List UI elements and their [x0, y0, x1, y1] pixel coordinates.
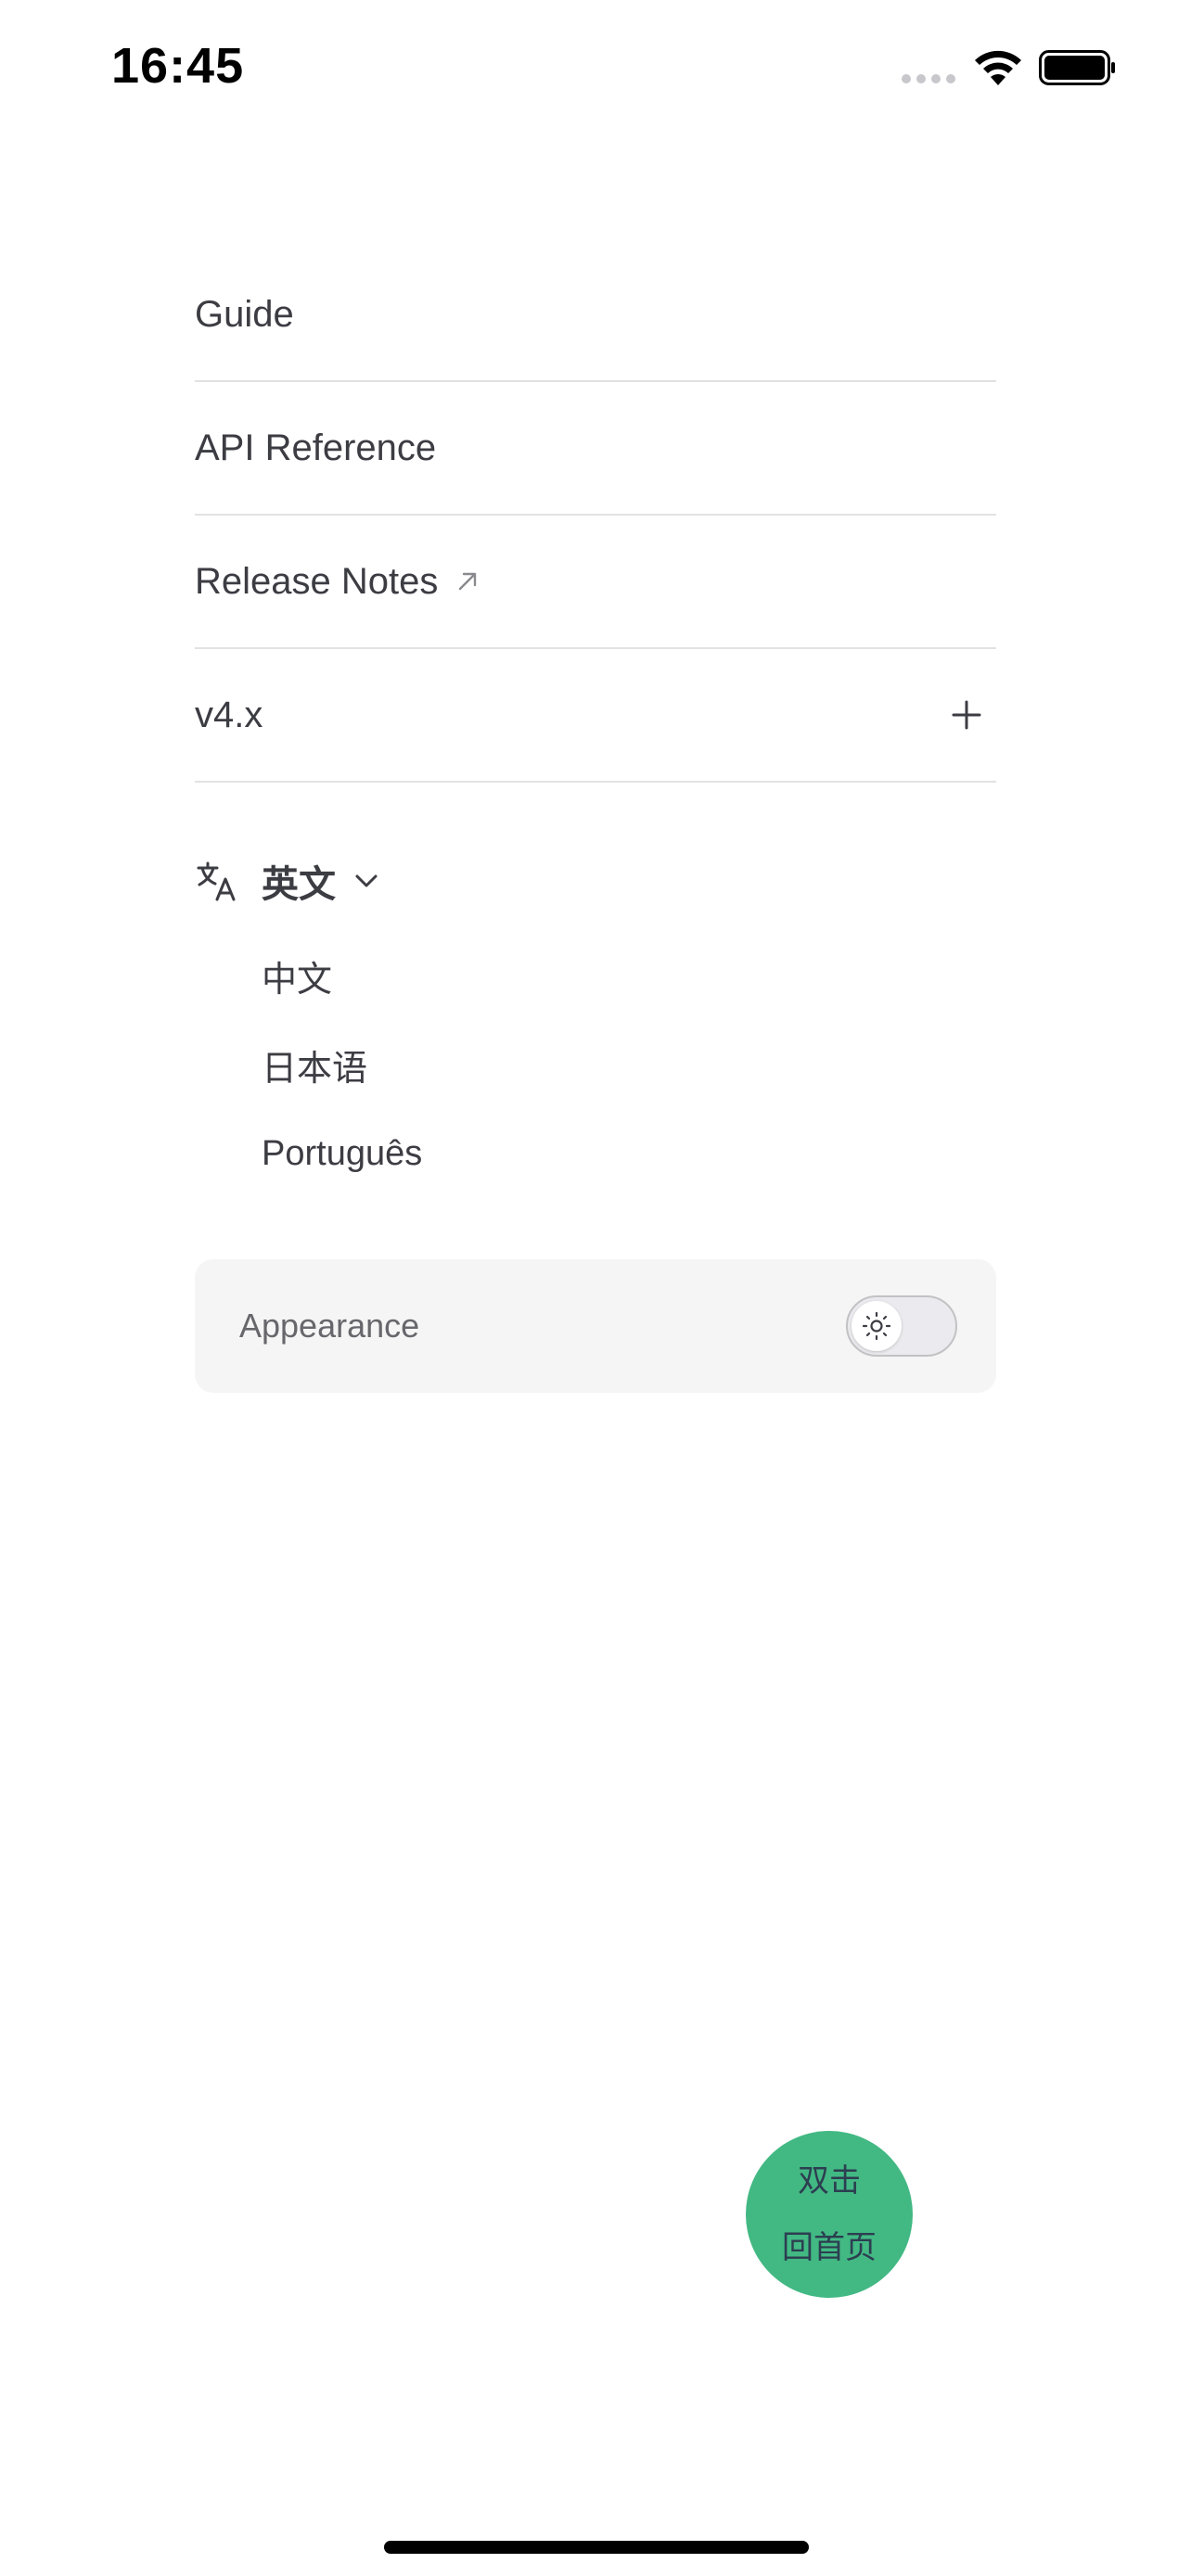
- back-to-home-button[interactable]: 双击 回首页: [746, 2131, 913, 2298]
- menu-item-api-reference[interactable]: API Reference: [195, 382, 996, 516]
- menu-item-label: API Reference: [195, 427, 437, 468]
- translate-icon: [197, 861, 236, 901]
- language-option-chinese[interactable]: 中文: [262, 931, 996, 1020]
- appearance-switch[interactable]: [846, 1295, 957, 1357]
- chevron-down-icon: [355, 874, 378, 887]
- menu-item-label: Guide: [195, 293, 294, 335]
- back-to-home-line2: 回首页: [782, 2230, 877, 2265]
- language-option-japanese[interactable]: 日本语: [262, 1020, 996, 1109]
- menu-item-label: Release Notes: [195, 560, 439, 602]
- sun-icon: [862, 1311, 891, 1341]
- menu-item-label: v4.x: [195, 694, 263, 735]
- nav-menu: Guide API Reference Release Notes v4.x: [195, 249, 996, 783]
- external-link-icon: [459, 572, 477, 591]
- home-indicator[interactable]: [384, 2541, 809, 2554]
- menu-item-release-notes[interactable]: Release Notes: [195, 516, 996, 649]
- back-to-home-line1: 双击: [798, 2163, 861, 2199]
- plus-icon[interactable]: [950, 698, 983, 732]
- cellular-signal-icon: [902, 74, 955, 83]
- status-bar: 16:45: [0, 0, 1191, 139]
- menu-item-guide[interactable]: Guide: [195, 249, 996, 382]
- appearance-label: Appearance: [239, 1307, 420, 1345]
- language-option-portuguese[interactable]: Português: [262, 1109, 996, 1198]
- current-language: 英文: [262, 864, 336, 905]
- wifi-icon: [975, 50, 1021, 85]
- status-time: 16:45: [111, 38, 245, 94]
- menu-item-version[interactable]: v4.x: [195, 649, 996, 783]
- language-toggle[interactable]: 英文: [195, 851, 996, 911]
- battery-icon: [1039, 50, 1115, 85]
- language-options: 中文 日本语 Português: [195, 931, 996, 1198]
- appearance-switch-knob: [852, 1301, 902, 1351]
- appearance-panel: Appearance: [195, 1259, 996, 1393]
- language-selector: 英文 中文 日本语 Português: [195, 851, 996, 1198]
